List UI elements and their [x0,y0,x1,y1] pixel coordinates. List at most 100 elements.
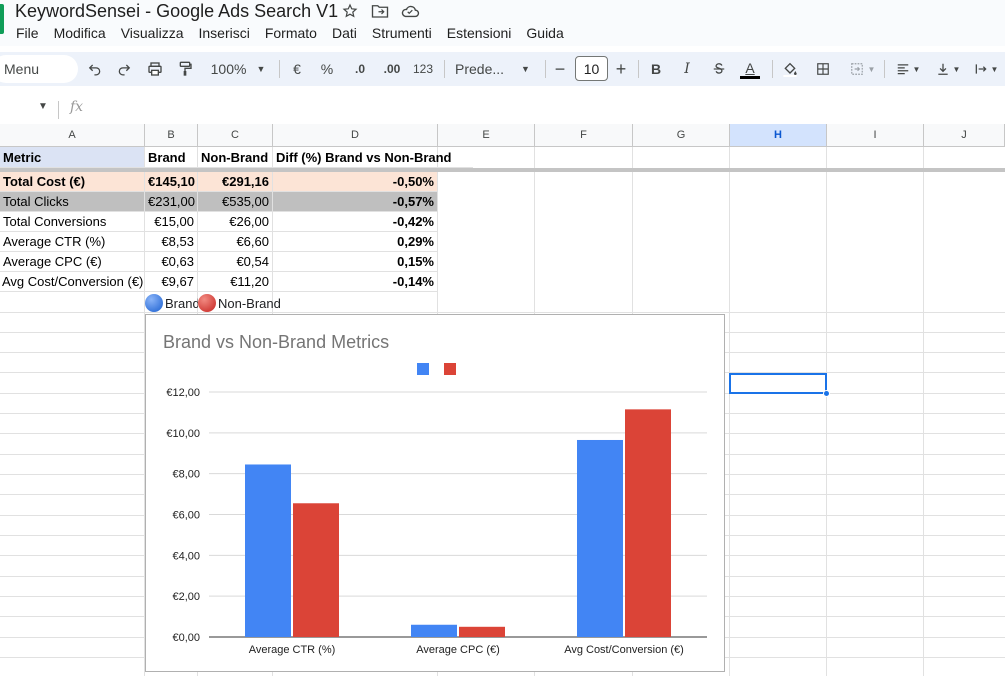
sheets-logo-icon[interactable] [0,4,4,34]
x-tick-label: Average CPC (€) [416,644,500,656]
strikethrough-icon[interactable] [710,57,728,81]
bar-2-2 [459,626,505,637]
decrease-decimal-button[interactable]: .0 [349,57,371,81]
table-cell[interactable]: €145,10 [145,172,198,192]
paint-format-icon[interactable] [176,57,194,81]
merge-cells-icon[interactable]: ▼ [845,57,879,81]
currency-format-button[interactable]: € [290,57,304,81]
increase-decimal-button[interactable]: .00 [380,57,404,81]
menu-format[interactable]: Formato [265,24,332,42]
zoom-value: 100% [210,61,247,77]
chevron-down-icon: ▼ [990,64,999,74]
table-row-label[interactable]: Avg Cost/Conversion (€) [0,272,145,292]
header-diff[interactable]: Diff (%) Brand vs Non-Brand [273,147,473,168]
fill-handle[interactable] [823,390,830,397]
table-cell[interactable]: €535,00 [198,192,273,212]
table-cell[interactable]: -0,50% [273,172,438,192]
increase-font-size-button[interactable]: + [614,57,628,81]
table-cell[interactable]: €11,20 [198,272,273,292]
table-row-label[interactable]: Average CTR (%) [0,232,145,252]
menu-edit[interactable]: Modifica [54,24,121,42]
more-formats-button[interactable]: 123 [412,57,434,81]
star-icon[interactable] [340,1,360,21]
chart-title: Brand vs Non-Brand Metrics [163,332,389,352]
percent-format-button[interactable]: % [320,57,334,81]
menu-extensions[interactable]: Estensioni [447,24,527,42]
column-header-d[interactable]: D [273,124,438,147]
chevron-down-icon: ▼ [521,64,530,74]
table-cell[interactable]: €0,54 [198,252,273,272]
table-cell[interactable]: -0,57% [273,192,438,212]
undo-icon[interactable] [86,57,104,81]
column-header-j[interactable]: J [924,124,1005,147]
table-cell[interactable]: €0,63 [145,252,198,272]
header-brand[interactable]: Brand [145,147,198,168]
table-cell[interactable]: 0,15% [273,252,438,272]
move-folder-icon[interactable] [370,1,390,21]
column-header-h[interactable]: H [730,124,827,147]
column-header-i[interactable]: I [827,124,924,147]
menu-help[interactable]: Guida [526,24,578,42]
table-cell[interactable]: €9,67 [145,272,198,292]
x-tick-label: Avg Cost/Conversion (€) [564,644,684,656]
column-header-e[interactable]: E [438,124,535,147]
zoom-select[interactable]: 100% ▼ [208,57,268,81]
table-row-label[interactable]: Total Cost (€) [0,172,145,192]
cloud-status-icon[interactable] [400,1,420,21]
table-cell[interactable]: -0,14% [273,272,438,292]
text-color-label: A [745,59,755,76]
vertical-align-icon[interactable]: ▼ [932,57,964,81]
legend-row: Brand Non-Brand [145,293,281,313]
chevron-down-icon: ▼ [867,64,876,74]
column-header-a[interactable]: A [0,124,145,147]
borders-icon[interactable] [814,57,832,81]
bar-2-1 [293,503,339,637]
table-row-label[interactable]: Total Clicks [0,192,145,212]
menu-data[interactable]: Dati [332,24,372,42]
table-row-label[interactable]: Average CPC (€) [0,252,145,272]
bar-2-3 [625,409,671,637]
column-header-g[interactable]: G [633,124,730,147]
table-cell[interactable]: €231,00 [145,192,198,212]
table-cell[interactable]: €6,60 [198,232,273,252]
menu-tools[interactable]: Strumenti [372,24,447,42]
document-title[interactable]: KeywordSensei - Google Ads Search V1 [15,0,338,22]
fill-color-icon[interactable] [781,57,799,81]
title-bar: KeywordSensei - Google Ads Search V1 Fil… [0,0,1005,46]
table-cell[interactable]: €26,00 [198,212,273,232]
text-wrap-icon[interactable]: ▼ [970,57,1002,81]
menu-search-box[interactable]: Menu [0,55,78,83]
table-cell[interactable]: €8,53 [145,232,198,252]
selected-cell[interactable] [729,373,827,394]
table-cell[interactable]: -0,42% [273,212,438,232]
menu-insert[interactable]: Inserisci [198,24,264,42]
menu-view[interactable]: Visualizza [121,24,199,42]
bold-button[interactable]: B [649,57,663,81]
y-tick-label: €4,00 [172,550,200,562]
column-header-b[interactable]: B [145,124,198,147]
redo-icon[interactable] [115,57,133,81]
column-header-f[interactable]: F [535,124,633,147]
table-cell[interactable]: 0,29% [273,232,438,252]
y-tick-label: €2,00 [172,591,200,603]
menu-file[interactable]: File [16,24,54,42]
header-metric[interactable]: Metric [0,147,145,168]
table-row-label[interactable]: Total Conversions [0,212,145,232]
print-icon[interactable] [145,57,165,81]
bar-chart[interactable]: Brand vs Non-Brand Metrics €0,00 €2,00 €4,0… [145,314,725,672]
font-size-input[interactable]: 10 [575,56,608,81]
horizontal-align-icon[interactable]: ▼ [892,57,924,81]
spreadsheet-grid[interactable]: A B C D E F G H I J Metric Brand Non-Bra… [0,124,1005,676]
column-header-c[interactable]: C [198,124,273,147]
decrease-font-size-button[interactable]: − [553,57,567,81]
font-family-select[interactable]: Prede... ▼ [455,57,533,81]
table-cell[interactable]: €15,00 [145,212,198,232]
font-family-value: Prede... [455,61,505,77]
fx-icon: fx [70,99,84,115]
table-cell[interactable]: €291,16 [198,172,273,192]
name-box-dropdown-icon[interactable]: ▼ [38,101,48,112]
chevron-down-icon: ▼ [912,64,921,74]
italic-button[interactable]: I [681,57,693,81]
header-nonbrand[interactable]: Non-Brand [198,147,273,168]
text-color-button[interactable]: A [739,57,761,81]
